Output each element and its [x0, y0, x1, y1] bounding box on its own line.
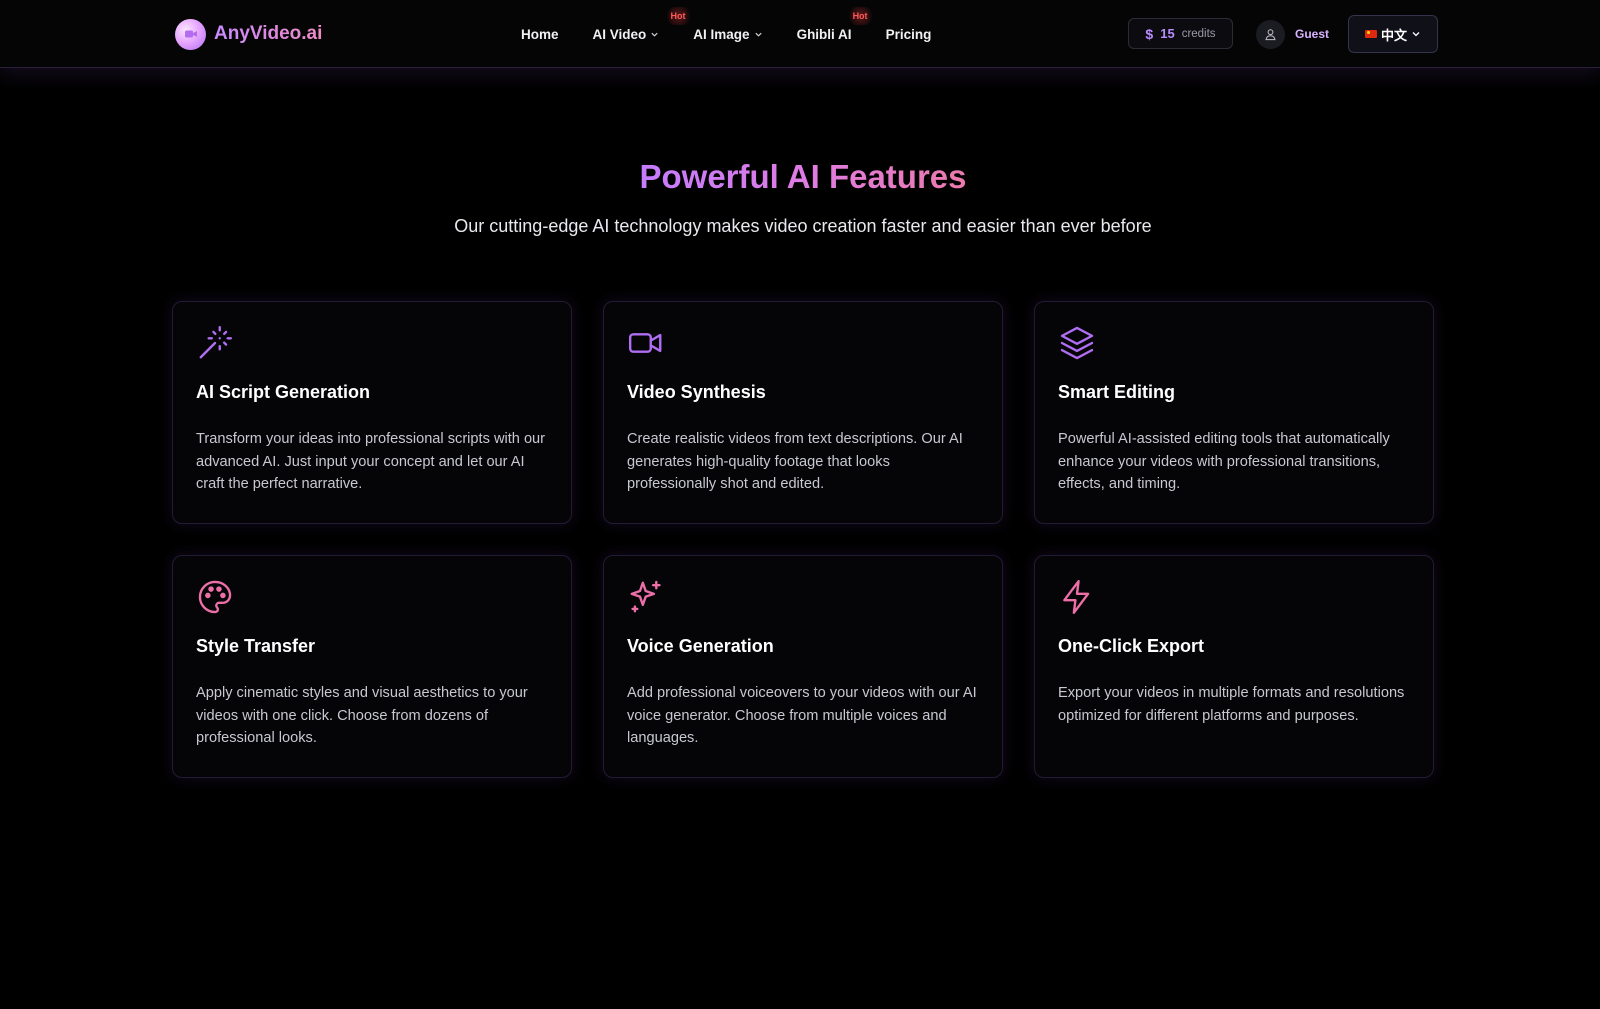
feature-title: AI Script Generation	[196, 382, 371, 402]
video-camera-icon	[628, 333, 662, 353]
feature-description: Transform your ideas into professional s…	[196, 431, 546, 492]
feature-grid: AI Script Generation Transform your idea…	[172, 301, 1434, 778]
nav-item-ai-image[interactable]: AI Image	[693, 27, 762, 42]
feature-title: Style Transfer	[196, 636, 316, 656]
brand-name: AnyVideo.ai	[214, 23, 323, 44]
language-selector[interactable]: 中文	[1348, 15, 1438, 53]
feature-description: Apply cinematic styles and visual aesthe…	[196, 685, 528, 746]
dollar-icon: $	[1145, 25, 1154, 42]
video-logo-icon	[175, 18, 206, 50]
language-label: 中文	[1380, 28, 1407, 44]
chevron-down-icon	[651, 32, 658, 37]
nav-item-pricing[interactable]: Pricing	[886, 27, 932, 42]
user-icon	[1265, 28, 1276, 40]
user-menu[interactable]: Guest	[1256, 19, 1329, 49]
nav-item-label: Home	[521, 26, 559, 42]
layers-icon	[1060, 326, 1094, 360]
chevron-down-icon	[754, 32, 762, 37]
feature-card-voice-generation: Voice Generation Add professional voiceo…	[603, 555, 1003, 778]
brand-logo-link[interactable]: AnyVideo.ai	[175, 18, 322, 50]
palette-icon	[198, 580, 232, 614]
feature-description: Export your videos in multiple formats a…	[1058, 685, 1405, 724]
credits-label: credits	[1181, 27, 1216, 40]
credits-amount: 15	[1160, 26, 1175, 41]
user-name: Guest	[1295, 27, 1330, 41]
sparkles-icon	[630, 580, 661, 613]
feature-description: Create realistic videos from text descri…	[627, 431, 963, 492]
magic-wand-icon	[199, 325, 233, 359]
feature-description: Powerful AI-assisted editing tools that …	[1058, 431, 1390, 492]
feature-card-ai-script-generation: AI Script Generation Transform your idea…	[172, 301, 572, 524]
nav-item-label: Ghibli AI	[796, 26, 852, 42]
nav-item-ai-video[interactable]: Hot AI Video	[592, 6, 692, 42]
feature-card-smart-editing: Smart Editing Powerful AI-assisted editi…	[1034, 301, 1434, 524]
top-navbar: AnyVideo.ai Home Hot AI Video AI Image H…	[0, 0, 1600, 68]
hot-badge: Hot	[846, 6, 874, 25]
feature-description: Add professional voiceovers to your vide…	[627, 685, 977, 746]
nav-item-label: AI Image	[693, 26, 750, 42]
feature-card-one-click-export: One-Click Export Export your videos in m…	[1034, 555, 1434, 778]
hot-badge: Hot	[664, 6, 692, 25]
feature-title: One-Click Export	[1058, 636, 1205, 656]
feature-title: Video Synthesis	[627, 382, 766, 402]
section-subtitle: Our cutting-edge AI technology makes vid…	[454, 216, 1152, 236]
credits-button[interactable]: $ 15 credits	[1128, 18, 1233, 49]
feature-card-video-synthesis: Video Synthesis Create realistic videos …	[603, 301, 1003, 524]
nav-item-label: Pricing	[885, 26, 932, 42]
feature-card-style-transfer: Style Transfer Apply cinematic styles an…	[172, 555, 572, 778]
main-nav: Home Hot AI Video AI Image Hot Ghibli AI…	[521, 0, 965, 68]
section-title: Powerful AI Features	[639, 158, 967, 195]
user-avatar	[1256, 19, 1285, 49]
china-flag-icon	[1364, 30, 1377, 38]
lightning-icon	[1063, 579, 1090, 615]
feature-title: Smart Editing	[1058, 382, 1176, 402]
feature-title: Voice Generation	[627, 636, 774, 656]
nav-item-label: AI Video	[592, 26, 647, 42]
nav-item-ghibli-ai[interactable]: Hot Ghibli AI	[796, 6, 874, 42]
chevron-down-icon	[1412, 32, 1420, 37]
nav-item-home[interactable]: Home	[521, 27, 559, 42]
